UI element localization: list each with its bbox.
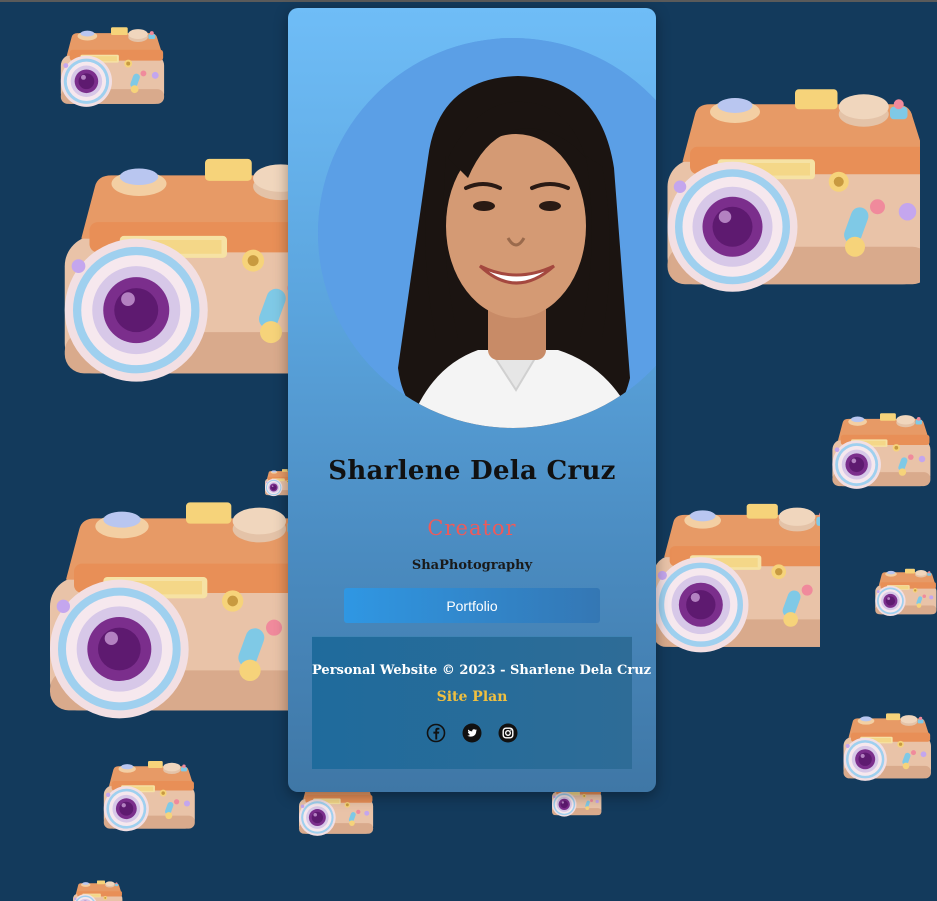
camera-decoration — [620, 28, 920, 358]
profile-photo — [318, 38, 656, 428]
profile-brand: ShaPhotography — [411, 558, 533, 573]
footer-copyright: Personal Website © 2023 - Sharlene Dela … — [312, 663, 652, 678]
camera-decoration — [836, 688, 936, 808]
facebook-icon[interactable] — [426, 723, 446, 743]
camera-decoration — [870, 548, 937, 638]
camera-decoration — [96, 752, 200, 842]
camera-decoration — [52, 18, 170, 118]
social-links — [312, 723, 632, 743]
camera-decoration — [824, 402, 936, 502]
browser-top-border — [0, 0, 937, 2]
instagram-icon[interactable] — [498, 723, 518, 743]
profile-role: Creator — [427, 516, 517, 540]
site-plan-link[interactable]: Site Plan — [312, 689, 632, 705]
card-footer: Personal Website © 2023 - Sharlene Dela … — [312, 636, 652, 769]
profile-card: Sharlene Dela Cruz Creator ShaPhotograph… — [288, 8, 656, 792]
twitter-icon[interactable] — [462, 723, 482, 743]
portfolio-button[interactable]: Portfolio — [344, 588, 600, 623]
profile-name: Sharlene Dela Cruz — [328, 456, 616, 486]
camera-decoration — [60, 880, 134, 901]
